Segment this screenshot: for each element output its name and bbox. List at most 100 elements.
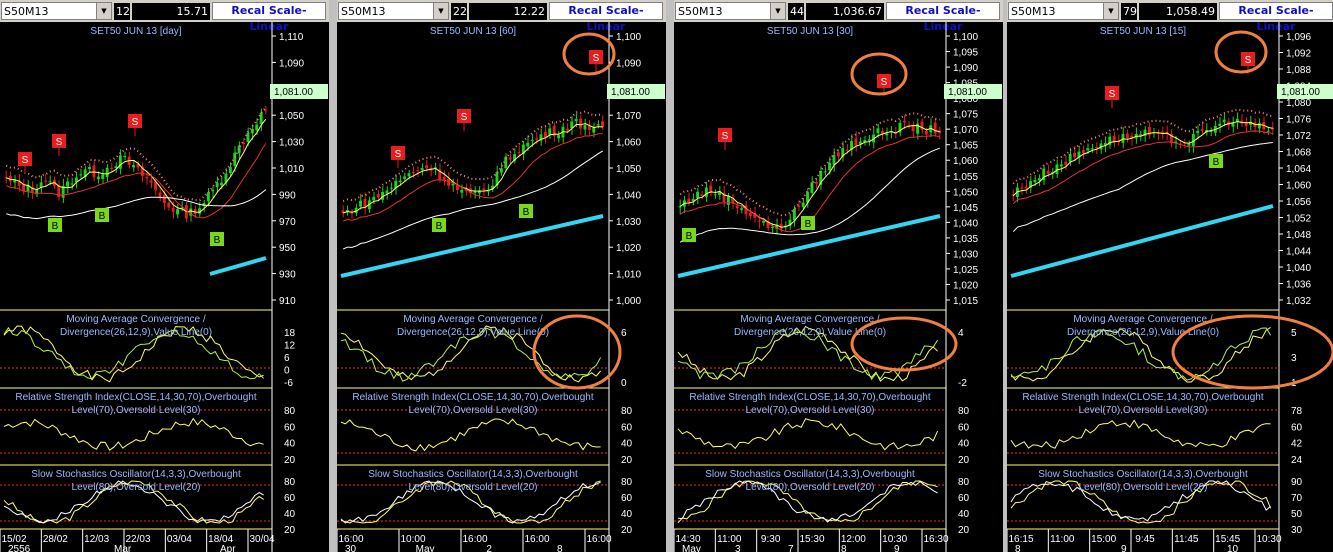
macd-tick-label: 6 xyxy=(284,353,290,364)
price-tick-label: 910 xyxy=(279,296,296,307)
stoch-tick-label: 70 xyxy=(1291,493,1303,504)
candle-body xyxy=(740,208,743,210)
candle-body xyxy=(735,205,739,209)
date-band-label: 8 xyxy=(1015,544,1021,552)
last-price-badge: 1,081.00 xyxy=(607,84,665,99)
buy-signal-letter: B xyxy=(214,235,221,246)
annotation-circle-macd xyxy=(1171,314,1333,390)
date-band-label: May xyxy=(682,544,701,552)
candle-body xyxy=(259,112,263,124)
price-tick-label: 1,056 xyxy=(1286,197,1311,208)
symbol-select[interactable]: S50M13 ▼ xyxy=(675,2,786,20)
chevron-down-icon[interactable]: ▼ xyxy=(96,3,111,19)
symbol-select[interactable]: S50M13 ▼ xyxy=(1,2,112,20)
date-band-label: 7 xyxy=(788,544,794,552)
chart-panel[interactable]: S50M13 ▼ 44 1,036.67 Recal Scale-Linear … xyxy=(674,0,1003,552)
date-band-label: Mar xyxy=(114,544,132,552)
candle-body xyxy=(1125,133,1129,138)
macd-title: Moving Average Convergence / xyxy=(66,314,206,325)
period-count-field: 22 xyxy=(451,3,467,20)
recal-scale-button[interactable]: Recal Scale-Linear xyxy=(549,2,663,33)
chart-canvas[interactable]: SET50 JUN 13 [day]1,1101,0901,0701,0501,… xyxy=(0,22,329,552)
stoch-title: Slow Stochastics Oscillator(14,3,3),Over… xyxy=(1038,469,1248,480)
price-tick-label: 950 xyxy=(279,243,296,254)
price-tick-label: 1,065 xyxy=(953,141,978,152)
date-band-label: 9 xyxy=(894,544,900,552)
candle-body xyxy=(713,194,717,196)
rsi-title-line2: Level(70),Oversold Level(30) xyxy=(72,405,201,416)
rsi-title: Relative Strength Index(CLOSE,14,30,70),… xyxy=(15,392,256,403)
buy-signal-marker: B xyxy=(210,232,224,246)
stoch-tick-label: 40 xyxy=(958,509,970,520)
price-tick-label: 1,060 xyxy=(953,156,978,167)
chart-toolbar: S50M13 ▼ 79 1,058.49 Recal Scale-Linear xyxy=(1007,0,1333,33)
price-tick-label: 1,068 xyxy=(1286,148,1311,159)
ema-slow-line xyxy=(343,150,604,250)
candlestick-series xyxy=(341,113,604,219)
symbol-select[interactable]: S50M13 ▼ xyxy=(1008,2,1119,20)
stoch-tick-label: 50 xyxy=(1291,509,1303,520)
rsi-line xyxy=(3,417,264,451)
macd-tick-label: 0 xyxy=(621,378,627,389)
chart-canvas[interactable]: SET50 JUN 13 [60]1,1001,0901,0801,0701,0… xyxy=(337,22,666,552)
candle-body xyxy=(854,138,858,146)
rsi-tick-label: 42 xyxy=(1291,439,1303,450)
stoch-tick-label: 80 xyxy=(621,477,633,488)
date-band-label: May xyxy=(416,544,435,552)
candle-body xyxy=(770,226,774,228)
candle-body xyxy=(451,183,455,186)
last-price-label: 1,081.00 xyxy=(611,87,650,98)
candle-body xyxy=(508,157,512,160)
chart-panel[interactable]: S50M13 ▼ 22 12.22 Recal Scale-Linear SET… xyxy=(337,0,666,552)
candle-body xyxy=(885,133,889,136)
candle-body xyxy=(482,188,486,191)
macd-tick-label: -2 xyxy=(958,378,967,389)
price-tick-label: 1,064 xyxy=(1286,164,1311,175)
sell-signal-marker: S xyxy=(52,134,66,156)
stoch-tick-label: 40 xyxy=(284,509,296,520)
time-tick-label: 16:15 xyxy=(1008,534,1033,545)
rsi-tick-label: 60 xyxy=(958,422,970,433)
sell-signal-marker: S xyxy=(128,114,142,136)
time-tick-label: 11:00 xyxy=(1050,534,1075,545)
rsi-tick-label: 20 xyxy=(958,455,970,466)
buy-signal-letter: B xyxy=(523,207,530,218)
chevron-down-icon[interactable]: ▼ xyxy=(433,3,448,19)
macd-tick-label: 5 xyxy=(1291,328,1297,339)
price-tick-label: 990 xyxy=(279,190,296,201)
candle-body xyxy=(1266,130,1270,132)
buy-signal-letter: B xyxy=(805,219,812,230)
candle-body xyxy=(1191,134,1195,146)
price-tick-label: 1,030 xyxy=(279,138,304,149)
chart-canvas[interactable]: SET50 JUN 13 [15]1,0961,0921,0881,0841,0… xyxy=(1007,22,1333,552)
symbol-value: S50M13 xyxy=(4,5,49,18)
buy-signal-letter: B xyxy=(686,231,693,242)
chart-panel[interactable]: S50M13 ▼ 79 1,058.49 Recal Scale-Linear … xyxy=(1007,0,1333,552)
stoch-title: Slow Stochastics Oscillator(14,3,3),Over… xyxy=(705,469,915,480)
price-tick-label: 1,050 xyxy=(616,164,641,175)
period-count-field: 12 xyxy=(114,3,130,20)
stoch-tick-label: 30 xyxy=(1291,525,1303,536)
chevron-down-icon[interactable]: ▼ xyxy=(770,3,785,19)
buy-signal-marker: B xyxy=(682,228,696,242)
price-tick-label: 1,110 xyxy=(279,32,304,43)
sell-signal-letter: S xyxy=(881,77,888,88)
candle-body xyxy=(416,170,420,172)
time-tick-label: 15:00 xyxy=(1091,534,1116,545)
candle-body xyxy=(79,174,83,176)
symbol-select[interactable]: S50M13 ▼ xyxy=(338,2,449,20)
candle-body xyxy=(92,165,96,178)
recal-scale-button[interactable]: Recal Scale-Linear xyxy=(212,2,326,33)
price-tick-label: 1,040 xyxy=(616,190,641,201)
chevron-down-icon[interactable]: ▼ xyxy=(1103,3,1118,19)
time-tick-label: 16:00 xyxy=(524,534,549,545)
chart-canvas[interactable]: SET50 JUN 13 [30]1,1001,0951,0901,0851,0… xyxy=(674,22,1003,552)
macd-tick-label: 0 xyxy=(284,366,290,377)
recal-scale-button[interactable]: Recal Scale-Linear xyxy=(1219,2,1333,33)
date-band-label: 8 xyxy=(557,544,563,552)
last-price-label: 1,081.00 xyxy=(274,87,313,98)
chart-title: SET50 JUN 13 [30] xyxy=(767,26,853,37)
candle-body xyxy=(810,182,814,193)
chart-panel[interactable]: S50M13 ▼ 12 15.71 Recal Scale-Linear SET… xyxy=(0,0,329,552)
recal-scale-button[interactable]: Recal Scale-Linear xyxy=(886,2,1000,33)
